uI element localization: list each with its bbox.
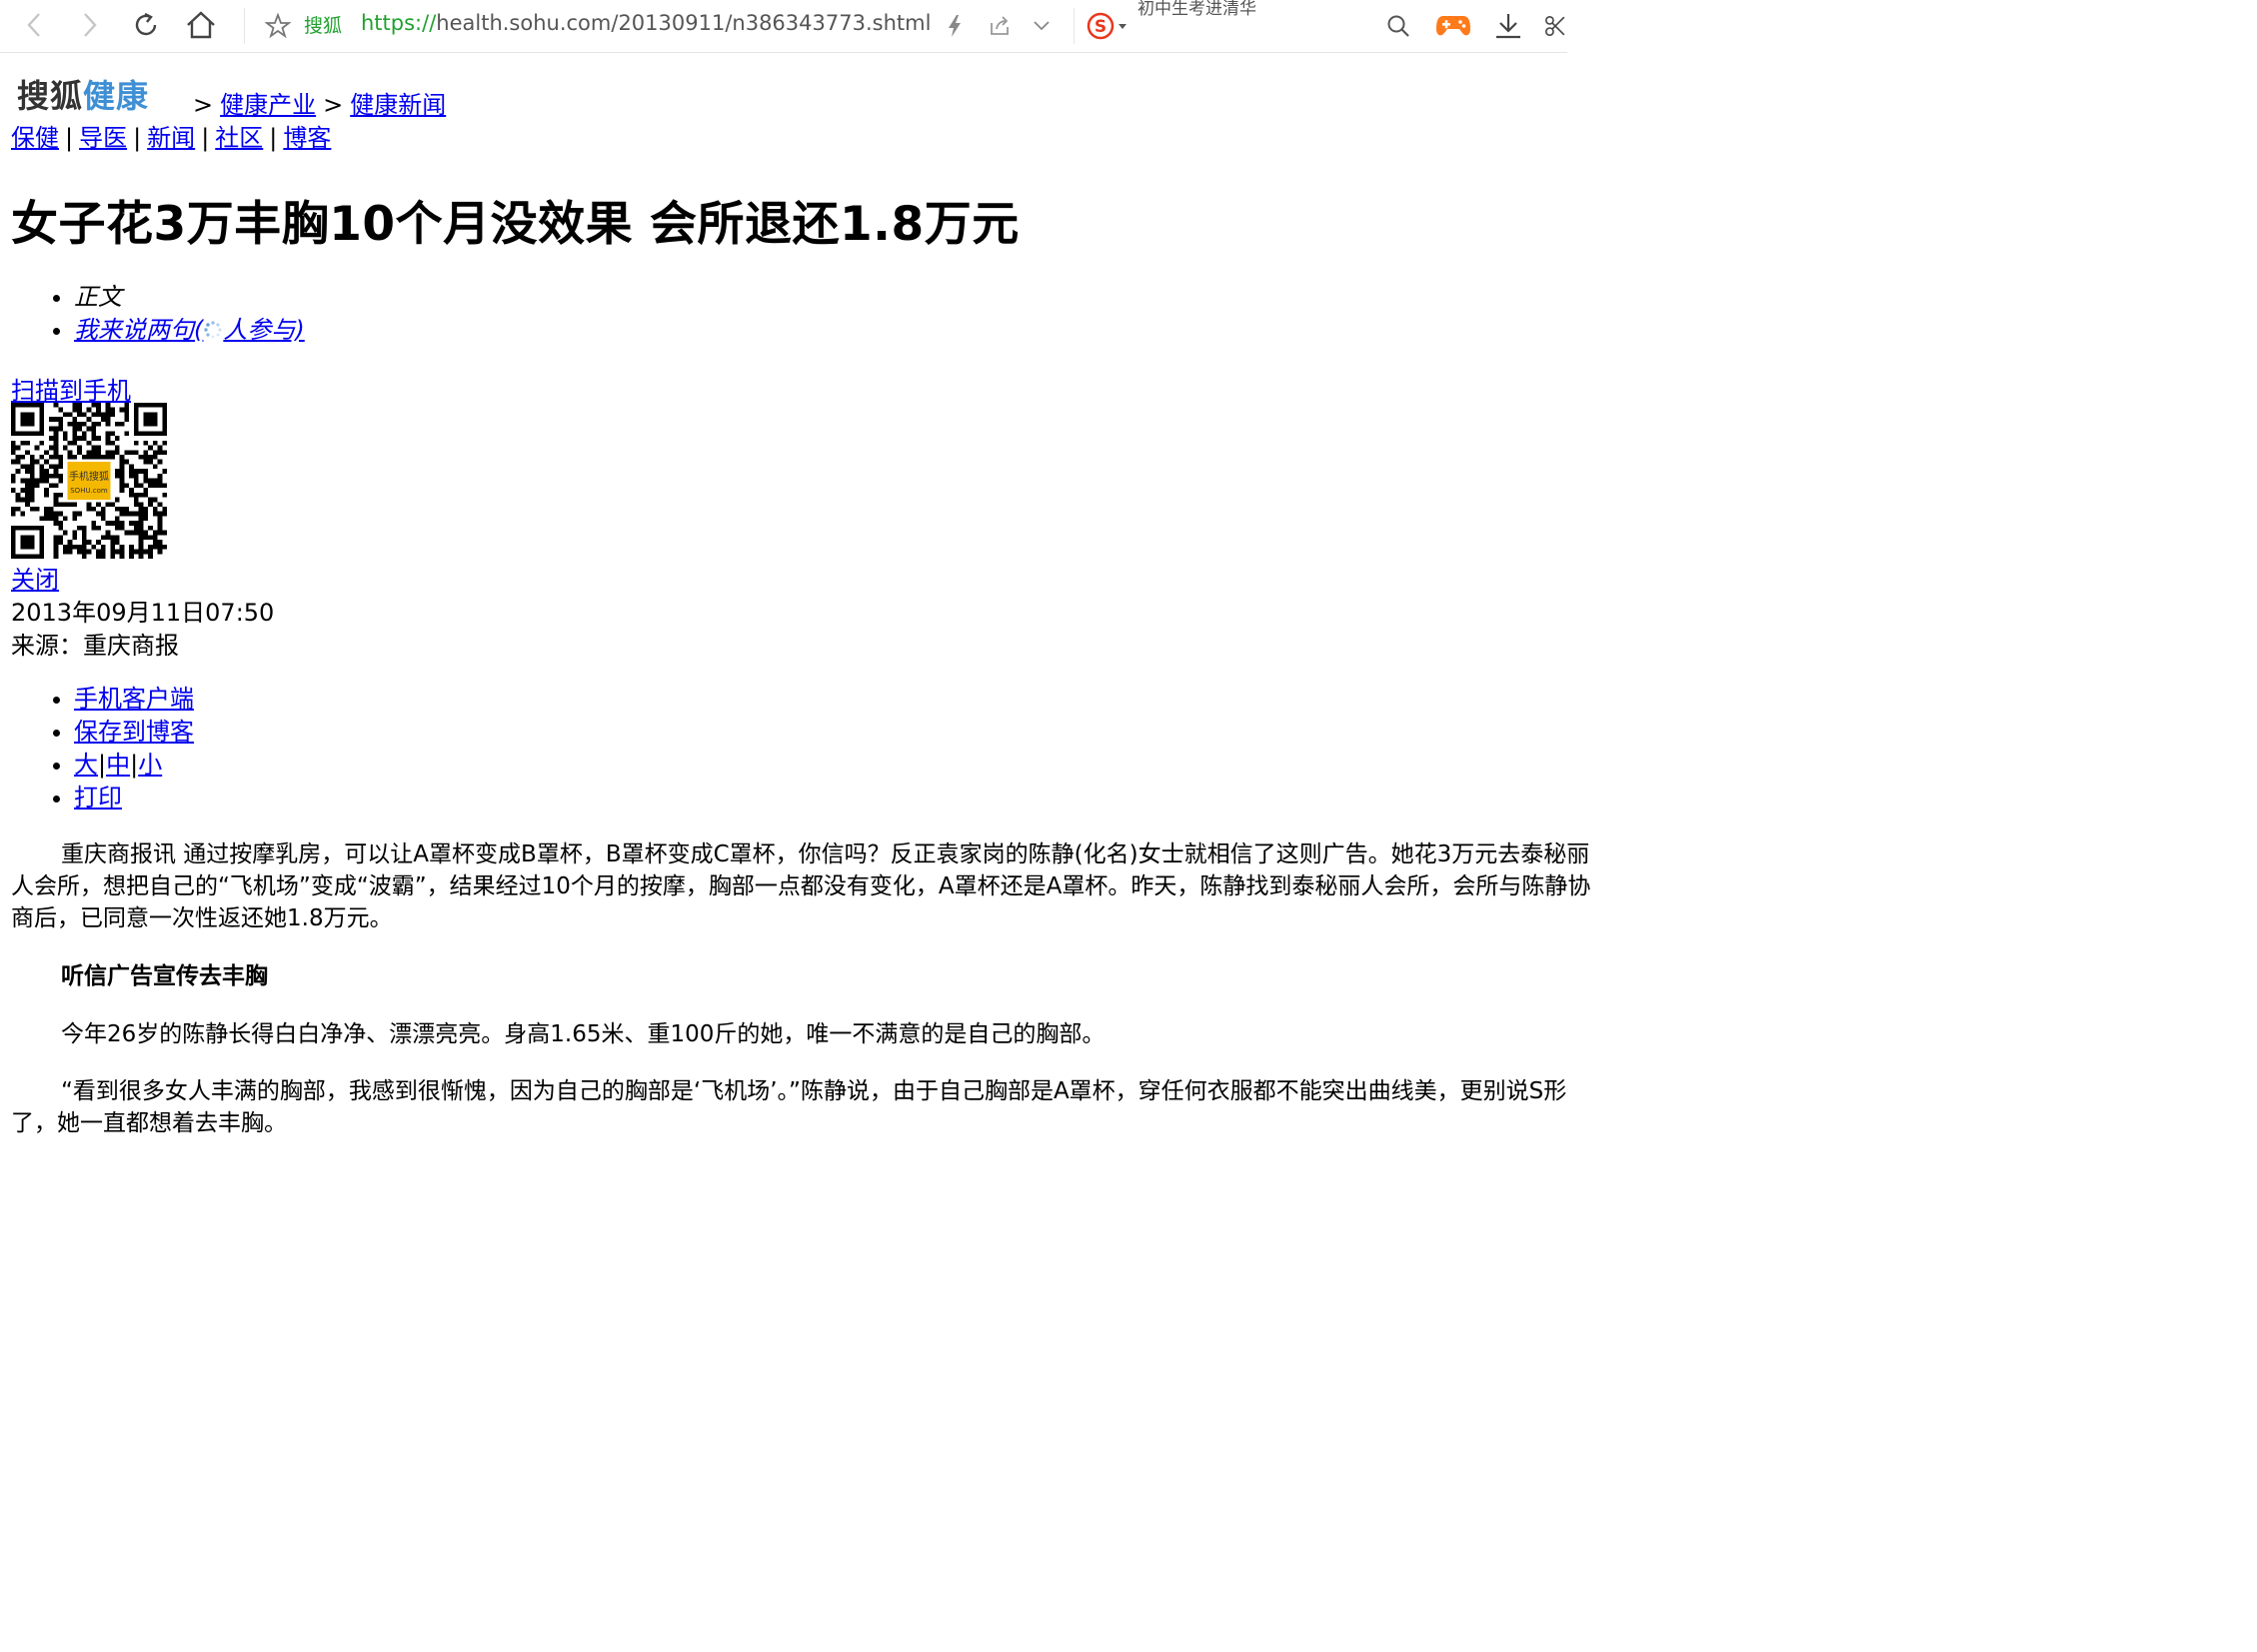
article-tools: 手机客户端 保存到博客 大|中|小 打印 <box>48 683 194 815</box>
url-path: health.sohu.com/20130911/n386343773.shtm… <box>436 11 932 35</box>
nav-separator: | <box>269 124 278 152</box>
tool-item: 手机客户端 <box>74 683 194 716</box>
breadcrumb-link-industry[interactable]: 健康产业 <box>220 91 316 119</box>
tab-main-label: 正文 <box>74 283 122 311</box>
channel-nav: 保健 | 导医 | 新闻 | 社区 | 博客 <box>11 118 331 153</box>
qr-code: 手机搜狐 SOHU.com <box>11 403 167 559</box>
nav-link-guide[interactable]: 导医 <box>79 124 127 152</box>
reload-icon[interactable] <box>130 9 162 41</box>
nav-link-news[interactable]: 新闻 <box>147 124 195 152</box>
share-icon[interactable] <box>987 13 1013 39</box>
qr-badge-subtext: SOHU.com <box>70 487 108 495</box>
publish-date: 2013年09月11日07:50 <box>11 599 275 627</box>
comment-prefix: 我来说两句( <box>74 316 204 344</box>
comment-suffix: 人参与) <box>223 316 305 344</box>
tab-comments[interactable]: 我来说两句( 人参与) <box>74 314 305 347</box>
address-site-label: 搜狐 <box>304 15 343 37</box>
font-size-small-link[interactable]: 小 <box>138 751 162 779</box>
article-paragraph: 今年26岁的陈静长得白白净净、漂漂亮亮。身高1.65米、重100斤的她，唯一不满… <box>61 1021 1106 1047</box>
font-size-medium-link[interactable]: 中 <box>106 751 130 779</box>
tool-item: 保存到博客 <box>74 716 194 749</box>
breadcrumb-separator: > <box>323 91 344 119</box>
tool-item: 打印 <box>74 782 194 815</box>
loading-spinner-icon <box>203 316 223 339</box>
qr-close-link[interactable]: 关闭 <box>11 560 59 595</box>
scissors-icon[interactable] <box>1543 10 1567 42</box>
tool-item: 大|中|小 <box>74 749 194 782</box>
article-title: 女子花3万丰胸10个月没效果 会所退还1.8万元 <box>11 197 1020 252</box>
sogou-icon[interactable]: S <box>1086 10 1129 42</box>
nav-link-healthcare[interactable]: 保健 <box>11 124 59 152</box>
nav-separator: | <box>65 124 74 152</box>
logo-text-health: 健康 <box>83 77 150 115</box>
qr-badge-text: 手机搜狐 <box>69 470 109 483</box>
save-to-blog-link[interactable]: 保存到博客 <box>74 718 194 746</box>
scan-to-phone-link[interactable]: 扫描到手机 <box>11 371 131 406</box>
toolbar-divider <box>244 8 245 44</box>
chevron-down-icon[interactable] <box>1030 14 1054 38</box>
mobile-client-link[interactable]: 手机客户端 <box>74 685 194 713</box>
nav-separator: | <box>133 124 142 152</box>
print-link[interactable]: 打印 <box>74 784 122 812</box>
qr-finder-pattern <box>11 403 45 437</box>
article-tabs: 正文 我来说两句( 人参与) <box>48 281 305 347</box>
url-scheme: https:// <box>361 11 437 35</box>
toolbar-divider <box>1074 8 1075 44</box>
forward-icon[interactable] <box>76 10 104 40</box>
article-paragraph: “看到很多女人丰满的胸部，我感到很惭愧，因为自己的胸部是‘飞机场’。”陈静说，由… <box>11 1078 1567 1136</box>
game-icon[interactable] <box>1433 10 1473 42</box>
font-size-separator: | <box>98 751 107 779</box>
star-icon[interactable] <box>264 12 292 40</box>
browser-toolbar: 搜狐 https://health.sohu.com/20130911/n386… <box>0 0 1567 53</box>
nav-link-community[interactable]: 社区 <box>215 124 263 152</box>
tab-main-text[interactable]: 正文 <box>74 281 305 314</box>
home-icon[interactable] <box>185 9 217 41</box>
logo-text-sohu: 搜狐 <box>17 77 84 115</box>
breadcrumb-link-news[interactable]: 健康新闻 <box>350 91 446 119</box>
address-bar[interactable]: https://health.sohu.com/20130911/n386343… <box>361 11 931 35</box>
article-paragraph: 重庆商报讯 通过按摩乳房，可以让A罩杯变成B罩杯，B罩杯变成C罩杯，你信吗？反正… <box>11 841 1591 931</box>
sohu-health-logo[interactable]: 搜狐健康 <box>17 71 149 117</box>
search-icon[interactable] <box>1383 11 1413 41</box>
back-icon[interactable] <box>20 10 48 40</box>
download-icon[interactable] <box>1492 10 1524 42</box>
lightning-icon[interactable] <box>945 12 965 40</box>
nav-separator: | <box>201 124 210 152</box>
svg-text:S: S <box>1095 17 1107 37</box>
breadcrumb-separator: > <box>193 91 214 119</box>
article-source: 来源：重庆商报 <box>11 632 179 660</box>
qr-finder-pattern <box>133 403 167 437</box>
comment-link[interactable]: 我来说两句( 人参与) <box>74 316 305 344</box>
qr-finder-pattern <box>11 525 45 559</box>
font-size-separator: | <box>130 751 139 779</box>
font-size-large-link[interactable]: 大 <box>74 751 98 779</box>
breadcrumb: > 健康产业 > 健康新闻 <box>186 85 446 120</box>
hot-search-text[interactable]: 初中生考进清华 <box>1137 0 1256 19</box>
nav-link-blog[interactable]: 博客 <box>283 124 331 152</box>
article-subheading: 听信广告宣传去丰胸 <box>61 963 268 989</box>
